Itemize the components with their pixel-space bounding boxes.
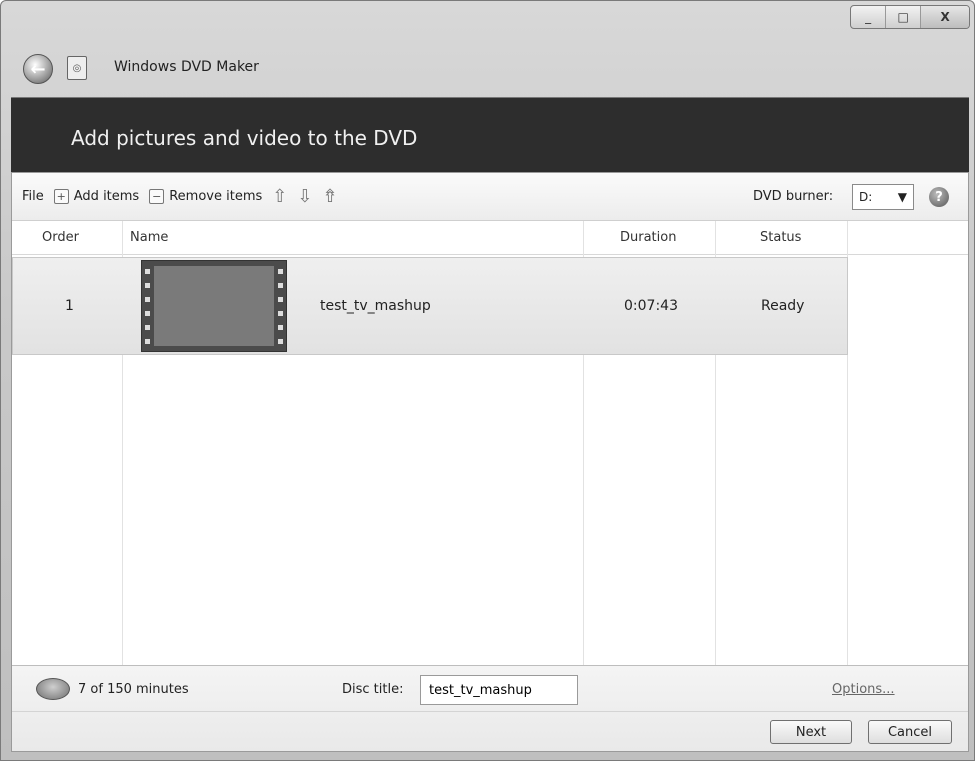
chevron-down-icon: ▼ [897,190,907,204]
column-header-order[interactable]: Order [42,230,79,245]
disc-title-input[interactable] [420,675,578,705]
page-title: Add pictures and video to the DVD [71,126,418,150]
minutes-used: 7 of 150 minutes [78,682,189,697]
minimize-button[interactable]: _ [851,6,885,28]
dvd-maker-app-icon: ◎ [67,56,87,80]
options-link[interactable]: Options... [832,682,895,697]
toolbar: File + Add items − Remove items ⇧ ⇩ ⇮ DV… [12,173,968,221]
disc-capacity-icon [36,678,70,700]
list-item[interactable]: 1 test_tv_mashup 0:07:43 Ready [12,257,848,355]
item-status: Ready [761,298,805,314]
close-button[interactable]: X [920,6,969,28]
file-menu-label: File [22,189,44,204]
item-order: 1 [65,298,74,314]
dvd-burner-select[interactable]: D: ▼ [852,184,914,210]
dvd-burner-label: DVD burner: [753,189,834,204]
video-film-icon [141,260,287,352]
remove-items-button[interactable]: − Remove items [149,189,262,204]
dvd-burner-value: D: [859,190,873,204]
move-down-icon[interactable]: ⇩ [297,187,312,206]
back-arrow-icon[interactable]: ← [23,54,53,84]
main-panel: File + Add items − Remove items ⇧ ⇩ ⇮ DV… [11,172,969,752]
footer: 7 of 150 minutes Disc title: Options... … [12,665,968,751]
maximize-button[interactable]: □ [885,6,920,28]
footer-divider [12,711,968,712]
move-to-top-icon[interactable]: ⇮ [322,187,337,206]
remove-items-label: Remove items [169,189,263,204]
cancel-button[interactable]: Cancel [868,720,952,744]
move-up-icon[interactable]: ⇧ [272,187,287,206]
help-icon[interactable]: ? [929,187,949,207]
disc-title-label: Disc title: [342,682,404,697]
window-controls: _ □ X [850,5,970,29]
item-name: test_tv_mashup [320,298,431,314]
item-duration: 0:07:43 [624,298,678,314]
next-button[interactable]: Next [770,720,852,744]
column-header-duration[interactable]: Duration [620,230,676,245]
page-header: Add pictures and video to the DVD [11,97,969,172]
add-items-button[interactable]: + Add items [53,189,140,204]
column-header-name[interactable]: Name [130,230,168,245]
list-header: Order Name Duration Status [12,221,968,255]
file-menu[interactable]: File [22,189,44,204]
dvd-maker-window: _ □ X ← ◎ Windows DVD Maker Add pictures… [0,0,975,761]
window-title: Windows DVD Maker [114,59,259,75]
title-bar: _ □ X ← ◎ Windows DVD Maker [1,1,974,95]
column-header-status[interactable]: Status [760,230,801,245]
remove-items-icon: − [149,189,165,204]
add-items-icon: + [53,189,69,204]
add-items-label: Add items [73,189,140,204]
